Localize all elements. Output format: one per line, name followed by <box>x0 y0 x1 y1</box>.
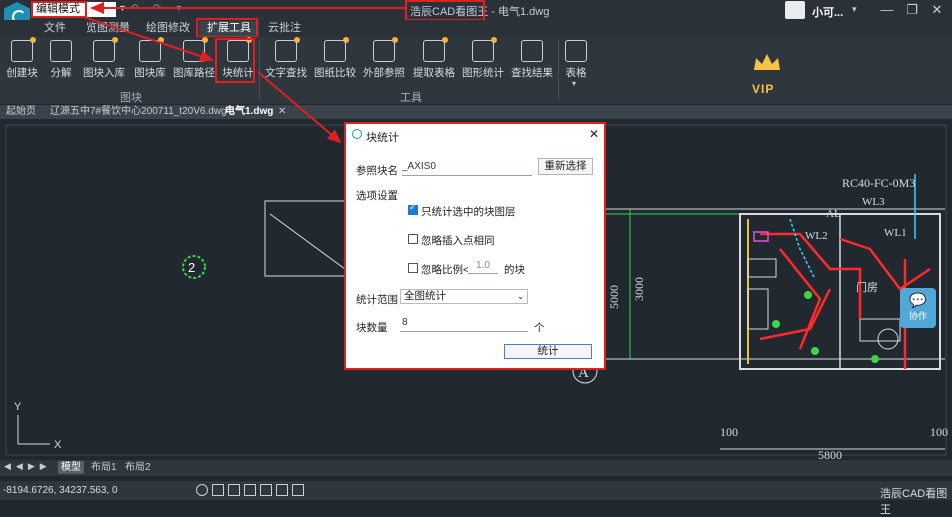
scope-value: 全图统计 <box>404 290 446 302</box>
ref-block-label: 参照块名 <box>356 165 398 177</box>
outlet-dot <box>871 355 879 363</box>
reselect-button[interactable]: 重新选择 <box>538 158 593 175</box>
layout-nav-icons[interactable]: ◀◀▶▶ <box>4 461 52 472</box>
ref-block-input[interactable]: _AXIS0 <box>402 161 532 176</box>
check-icon: ✓ <box>409 202 417 212</box>
label-door: 门房 <box>856 280 878 294</box>
opt3-checkbox[interactable] <box>408 263 418 273</box>
block-statistics-dialog: 块统计 ✕ 参照块名 _AXIS0 重新选择 选项设置 ✓ 只统计选中的块图层 … <box>344 122 606 370</box>
dim-5800: 5800 <box>818 448 842 459</box>
scope-select[interactable]: 全图统计 ⌄ <box>400 289 528 304</box>
axis-2-text: 2 <box>188 260 195 275</box>
tab-layout2[interactable]: 布局2 <box>122 461 154 474</box>
dim-3000-text: 3000 <box>632 277 646 301</box>
grid-icon[interactable] <box>212 484 224 496</box>
opt3-suffix: 的块 <box>504 264 525 276</box>
label-al: AL <box>826 208 841 220</box>
arrow-to-block-stat <box>83 16 214 62</box>
arrow-to-dialog <box>257 71 342 144</box>
ucs-x-label: X <box>54 439 62 451</box>
consult-button[interactable]: 💬 协作 <box>900 288 936 328</box>
outlet-dot <box>772 320 780 328</box>
dim-5000-text: 5000 <box>607 285 621 309</box>
zoom-icon[interactable] <box>228 484 240 496</box>
dialog-icon <box>352 129 362 139</box>
fixture-1 <box>747 258 777 278</box>
snap-icon[interactable] <box>196 484 208 496</box>
fixture-2 <box>747 288 769 330</box>
opt1-label: 只统计选中的块图层 <box>421 206 516 218</box>
wire-3 <box>839 237 931 291</box>
dialog-title: 块统计 <box>366 132 399 144</box>
measure-icon[interactable] <box>276 484 288 496</box>
chat-icon: 💬 <box>909 292 927 308</box>
opt2-checkbox[interactable] <box>408 234 418 244</box>
opt2-label: 忽略插入点相同 <box>421 235 495 247</box>
outlet-dot <box>804 291 812 299</box>
tab-model[interactable]: 模型 <box>58 461 84 474</box>
ortho-icon[interactable] <box>244 484 256 496</box>
scope-label: 统计范围 <box>356 294 398 306</box>
count-label: 块数量 <box>356 322 388 334</box>
white-rect <box>264 200 351 277</box>
count-unit: 个 <box>534 322 545 334</box>
ucs-y-label: Y <box>14 401 22 413</box>
fullscreen-icon[interactable] <box>292 484 304 496</box>
statistics-button[interactable]: 统计 <box>504 344 592 359</box>
dim-100-left: 100 <box>720 425 738 439</box>
status-bar <box>0 481 952 500</box>
fixture-round <box>877 328 899 350</box>
pan-icon[interactable] <box>260 484 272 496</box>
dialog-close-button[interactable]: ✕ <box>589 127 599 141</box>
tab-layout1[interactable]: 布局1 <box>88 461 120 474</box>
dim-100-right: 100 <box>930 425 948 439</box>
opt3-scale-input[interactable]: 1.0 <box>468 260 498 274</box>
chevron-down-icon: ⌄ <box>517 292 524 301</box>
options-label: 选项设置 <box>356 190 398 202</box>
label-wl2: WL2 <box>805 230 828 242</box>
status-app-name: 浩辰CAD看图王 <box>880 488 948 516</box>
count-output: 8 <box>400 317 528 332</box>
coordinates-readout: -8194.6726, 34237.563, 0 <box>3 485 118 496</box>
label-wl1: WL1 <box>884 227 907 239</box>
diag-line <box>269 213 346 270</box>
outlet-dot <box>811 347 819 355</box>
consult-label: 协作 <box>908 311 927 321</box>
fixture-3 <box>859 318 901 342</box>
